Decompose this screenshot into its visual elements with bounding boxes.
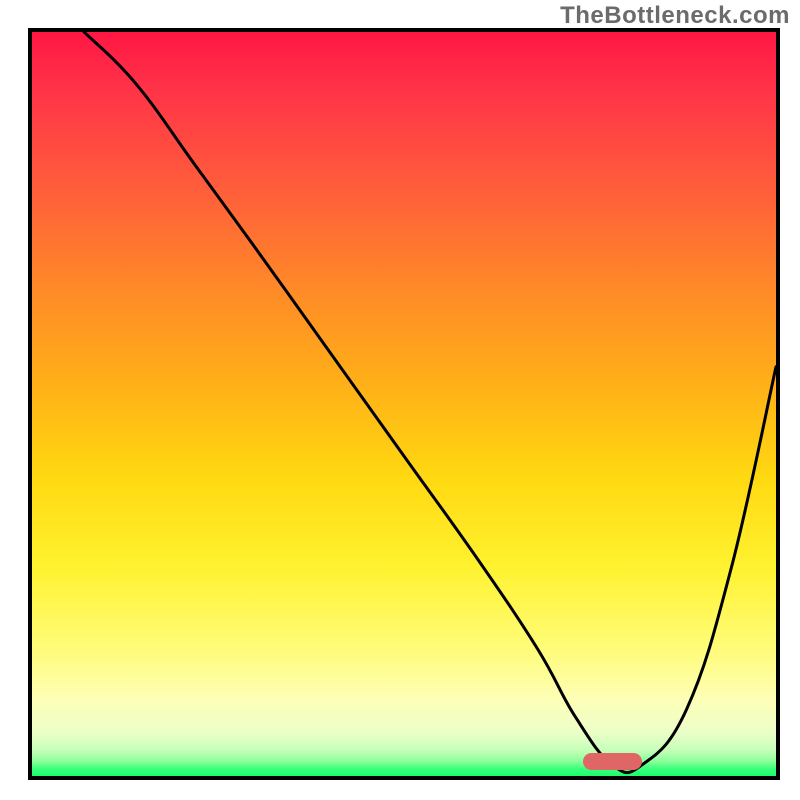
plot-area (28, 28, 780, 780)
watermark-text: TheBottleneck.com (560, 2, 790, 30)
bottleneck-curve (32, 32, 776, 776)
chart-container: TheBottleneck.com (0, 0, 800, 800)
curve-path (84, 32, 776, 773)
optimal-marker (583, 753, 643, 770)
